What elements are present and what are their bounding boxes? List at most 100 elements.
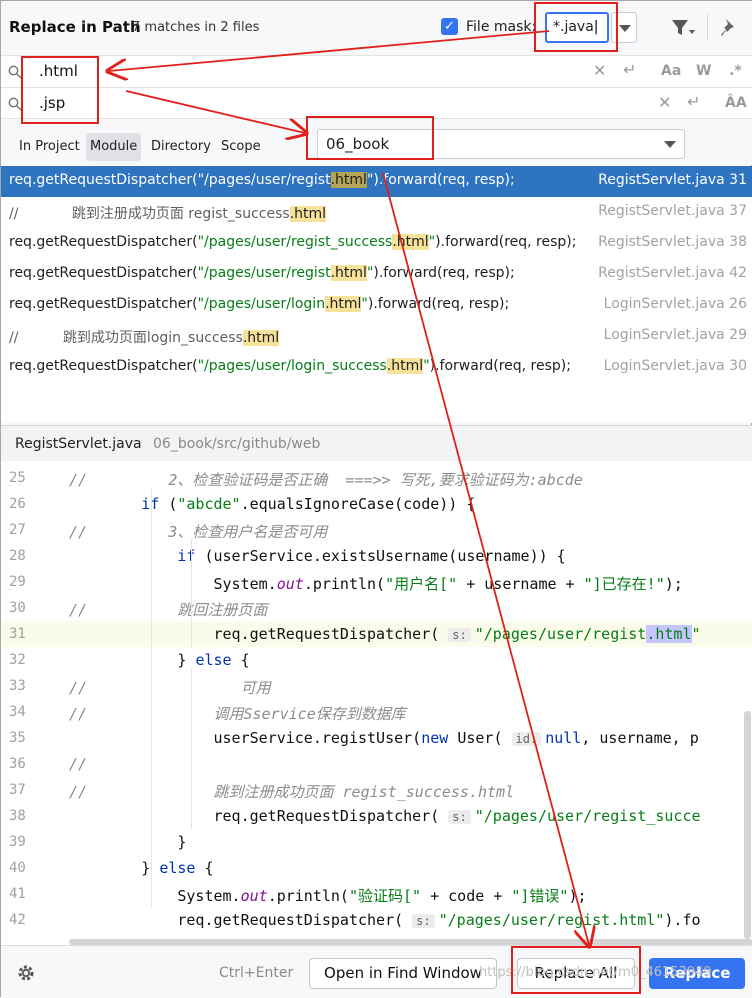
result-suffix: ).forward(req, resp); — [435, 234, 577, 250]
code-text: } else { — [69, 651, 250, 669]
code-text: // — [69, 755, 88, 773]
file-mask-checkbox[interactable]: ✓ — [441, 18, 458, 35]
code-line: 34 // 调用Sservice保存到数据库 — [1, 699, 752, 725]
code-text: // 调用Sservice保存到数据库 — [69, 705, 406, 723]
code-line: 37 // 跳到注册成功页面 regist_success.html — [1, 777, 752, 803]
match-highlight: .html — [242, 330, 280, 346]
result-row[interactable]: // 跳到注册成功页面 regist_success.html RegistSer… — [1, 197, 752, 228]
result-text: req.getRequestDispatcher("/pages/user/lo… — [9, 296, 597, 312]
result-prefix: req.getRequestDispatcher( — [9, 172, 198, 188]
replace-icon[interactable] — [8, 97, 22, 111]
result-prefix: req.getRequestDispatcher( — [9, 296, 198, 312]
code-text: // 可用 — [69, 679, 271, 697]
result-suffix: ).forward(req, resp); — [367, 296, 510, 312]
dialog-header: Replace in Path 7 matches in 2 files ✓ F… — [1, 1, 752, 55]
result-row[interactable]: req.getRequestDispatcher("/pages/user/re… — [1, 259, 752, 290]
result-prefix: req.getRequestDispatcher( — [9, 265, 198, 281]
result-text: req.getRequestDispatcher("/pages/user/re… — [9, 265, 597, 281]
code-line: 25 // 2、检查验证码是否正确 ===>> 写死,要求验证码为:abcde — [1, 465, 752, 491]
line-number: 40 — [9, 860, 26, 876]
pin-icon[interactable] — [719, 17, 739, 39]
file-mask-label: File mask: — [466, 19, 537, 35]
open-in-find-window-button[interactable]: Open in Find Window — [309, 958, 497, 989]
line-number: 29 — [9, 574, 26, 590]
match-highlight: .html — [325, 296, 362, 312]
line-number: 42 — [9, 912, 26, 928]
result-row[interactable]: // 跳到成功页面login_success.html LoginServlet.… — [1, 321, 752, 352]
tab-scope[interactable]: Scope — [217, 133, 265, 161]
match-highlight: .html — [392, 234, 429, 250]
indent-guide — [151, 487, 152, 907]
result-row[interactable]: req.getRequestDispatcher("/pages/user/lo… — [1, 290, 752, 321]
newline-icon[interactable]: ↵ — [623, 60, 636, 79]
code-line: 35 userService.registUser(new User( id: n… — [1, 725, 752, 751]
chevron-down-icon — [664, 141, 676, 148]
code-line: 39 } — [1, 829, 752, 855]
regex-toggle[interactable]: .* — [729, 63, 742, 79]
match-highlight: .html — [330, 265, 367, 281]
line-number: 28 — [9, 548, 26, 564]
replace-row: .jsp ✕ ↵ ÂA — [1, 87, 752, 119]
clear-icon[interactable]: ✕ — [593, 61, 606, 80]
code-line: 30 // 跳回注册页面 — [1, 595, 752, 621]
result-suffix: ).forward(req, resp); — [373, 172, 515, 188]
tab-in-project[interactable]: In Project — [15, 133, 84, 161]
code-text: // 跳回注册页面 — [69, 601, 268, 619]
result-text: req.getRequestDispatcher("/pages/user/re… — [9, 234, 597, 250]
vertical-scrollbar[interactable] — [744, 711, 751, 939]
result-text: req.getRequestDispatcher("/pages/user/lo… — [9, 358, 597, 374]
result-row[interactable]: req.getRequestDispatcher("/pages/user/lo… — [1, 352, 752, 383]
result-file-location: RegistServlet.java 37 — [598, 203, 747, 219]
dialog-title: Replace in Path — [9, 18, 141, 36]
file-mask-value: *.java — [553, 19, 594, 35]
match-highlight: .html — [386, 358, 424, 374]
tab-module[interactable]: Module — [86, 133, 142, 161]
line-number: 33 — [9, 678, 26, 694]
code-preview[interactable]: 42 req.getRequestDispatcher( s: "/pages/u… — [1, 461, 752, 945]
result-prefix: req.getRequestDispatcher( — [9, 358, 198, 374]
search-icon[interactable] — [8, 65, 22, 79]
tab-directory[interactable]: Directory — [147, 133, 215, 161]
replace-in-path-dialog: Replace in Path 7 matches in 2 files ✓ F… — [0, 0, 752, 998]
code-text: if (userService.existsUsername(username)… — [177, 547, 566, 565]
result-row[interactable]: req.getRequestDispatcher("/pages/user/re… — [1, 228, 752, 259]
replace-input[interactable]: .jsp — [39, 94, 65, 112]
code-line: 26 if ("abcde".equalsIgnoreCase(code)) { — [1, 491, 752, 517]
newline-icon[interactable]: ↵ — [687, 92, 700, 111]
filter-icon[interactable] — [671, 18, 695, 38]
result-row[interactable]: req.getRequestDispatcher("/pages/user/re… — [1, 166, 752, 197]
line-number: 37 — [9, 782, 26, 798]
code-text: } else { — [69, 859, 214, 877]
result-string: "/pages/user/regist — [197, 172, 331, 188]
line-number: 35 — [9, 730, 26, 746]
code-text: req.getRequestDispatcher( s: "/pages/user… — [69, 911, 701, 929]
result-text: // 跳到成功页面login_success.html — [9, 327, 597, 347]
toolbar-separator — [707, 13, 708, 41]
preview-header: RegistServlet.java 06_book/src/github/we… — [1, 425, 752, 461]
line-number: 34 — [9, 704, 26, 720]
match-case-toggle[interactable]: Aa — [661, 63, 681, 79]
find-input[interactable]: .html — [39, 62, 78, 80]
file-mask-input[interactable]: *.java| — [545, 12, 609, 43]
code-text: userService.registUser(new User( id: null… — [69, 729, 699, 747]
whole-words-toggle[interactable]: W — [696, 63, 711, 79]
result-text: req.getRequestDispatcher("/pages/user/re… — [9, 172, 597, 188]
result-file-location: LoginServlet.java 30 — [603, 358, 747, 374]
result-prefix: // — [9, 330, 63, 346]
result-string: "/pages/user/regist_success — [197, 234, 393, 250]
preserve-case-toggle[interactable]: ÂA — [725, 95, 747, 111]
line-number: 26 — [9, 496, 26, 512]
preview-file-path: 06_book/src/github/web — [153, 436, 321, 452]
code-text: System.out.println("用户名[" + username + "… — [69, 575, 683, 593]
match-count: 7 matches in 2 files — [132, 20, 260, 35]
result-string: "/pages/user/login — [197, 296, 326, 312]
code-text: } — [69, 833, 187, 851]
result-file-location: RegistServlet.java 38 — [598, 234, 747, 250]
file-mask-dropdown[interactable] — [611, 12, 637, 43]
module-select[interactable]: 06_book — [317, 129, 685, 159]
result-string: "/pages/user/login_success — [197, 358, 387, 374]
line-number: 30 — [9, 600, 26, 616]
clear-icon[interactable]: ✕ — [658, 93, 671, 112]
code-line: 32 } else { — [1, 647, 752, 673]
gear-icon[interactable] — [16, 963, 36, 983]
